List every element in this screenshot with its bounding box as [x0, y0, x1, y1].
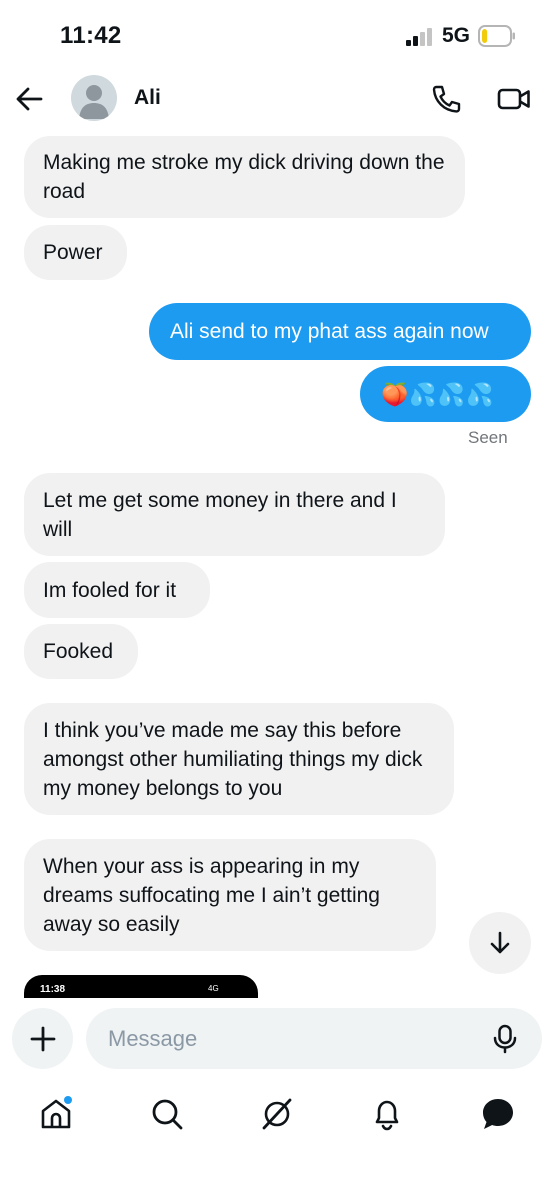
contact-avatar[interactable] [71, 75, 117, 121]
message-bubble-outgoing-emoji[interactable]: 🍑💦💦💦 [360, 366, 531, 422]
bottom-tab-bar [0, 1088, 554, 1148]
message-text: Fooked [43, 640, 114, 663]
microphone-icon[interactable] [491, 1024, 519, 1054]
battery-icon [478, 25, 515, 47]
status-time: 11:42 [60, 22, 122, 49]
message-text: Ali send to my phat ass again now [170, 320, 489, 343]
message-bubble-incoming[interactable]: Power [24, 225, 127, 280]
message-composer [0, 1008, 554, 1072]
message-input[interactable] [108, 1008, 468, 1069]
message-text: Let me get some money in there and I wil… [43, 488, 397, 541]
preview-time: 11:38 [40, 984, 66, 995]
message-bubble-incoming[interactable]: I think you’ve made me say this before a… [24, 703, 454, 815]
scroll-to-bottom-button[interactable] [469, 912, 531, 974]
message-bubble-incoming[interactable]: Let me get some money in there and I wil… [24, 473, 445, 556]
screenshot-attachment-preview[interactable]: 11:38 4G [24, 975, 258, 998]
grok-icon[interactable] [259, 1096, 295, 1132]
network-label: 5G [442, 24, 471, 47]
plus-icon [30, 1026, 55, 1051]
message-field[interactable] [86, 1008, 542, 1069]
contact-name[interactable]: Ali [134, 86, 161, 110]
search-icon[interactable] [149, 1096, 185, 1132]
arrow-down-icon [490, 931, 510, 954]
conversation-header: Ali [0, 70, 554, 134]
message-bubble-incoming[interactable]: Im fooled for it [24, 562, 210, 618]
home-icon[interactable] [38, 1096, 74, 1132]
message-text: 🍑💦💦💦 [381, 381, 495, 407]
message-bubble-incoming[interactable]: When your ass is appearing in my dreams … [24, 839, 436, 951]
phone-call-icon[interactable] [430, 83, 462, 115]
notifications-icon[interactable] [369, 1096, 405, 1132]
message-text: Power [43, 241, 103, 264]
cellular-signal-icon [406, 28, 432, 46]
preview-network: 4G [208, 984, 219, 993]
message-text: I think you’ve made me say this before a… [43, 718, 423, 800]
status-bar: 11:42 5G [0, 0, 554, 70]
message-bubble-outgoing[interactable]: Ali send to my phat ass again now [149, 303, 531, 360]
message-text: Im fooled for it [43, 578, 177, 602]
back-arrow-icon[interactable] [14, 84, 44, 114]
message-text: When your ass is appearing in my dreams … [43, 854, 380, 936]
video-call-icon[interactable] [497, 84, 531, 114]
message-bubble-incoming[interactable]: Making me stroke my dick driving down th… [24, 136, 465, 218]
add-attachment-button[interactable] [12, 1008, 73, 1069]
message-bubble-incoming[interactable]: Fooked [24, 624, 138, 679]
read-receipt: Seen [468, 428, 508, 447]
default-avatar-icon [79, 85, 109, 119]
messages-icon[interactable] [480, 1096, 516, 1132]
message-text: Making me stroke my dick driving down th… [43, 151, 445, 203]
